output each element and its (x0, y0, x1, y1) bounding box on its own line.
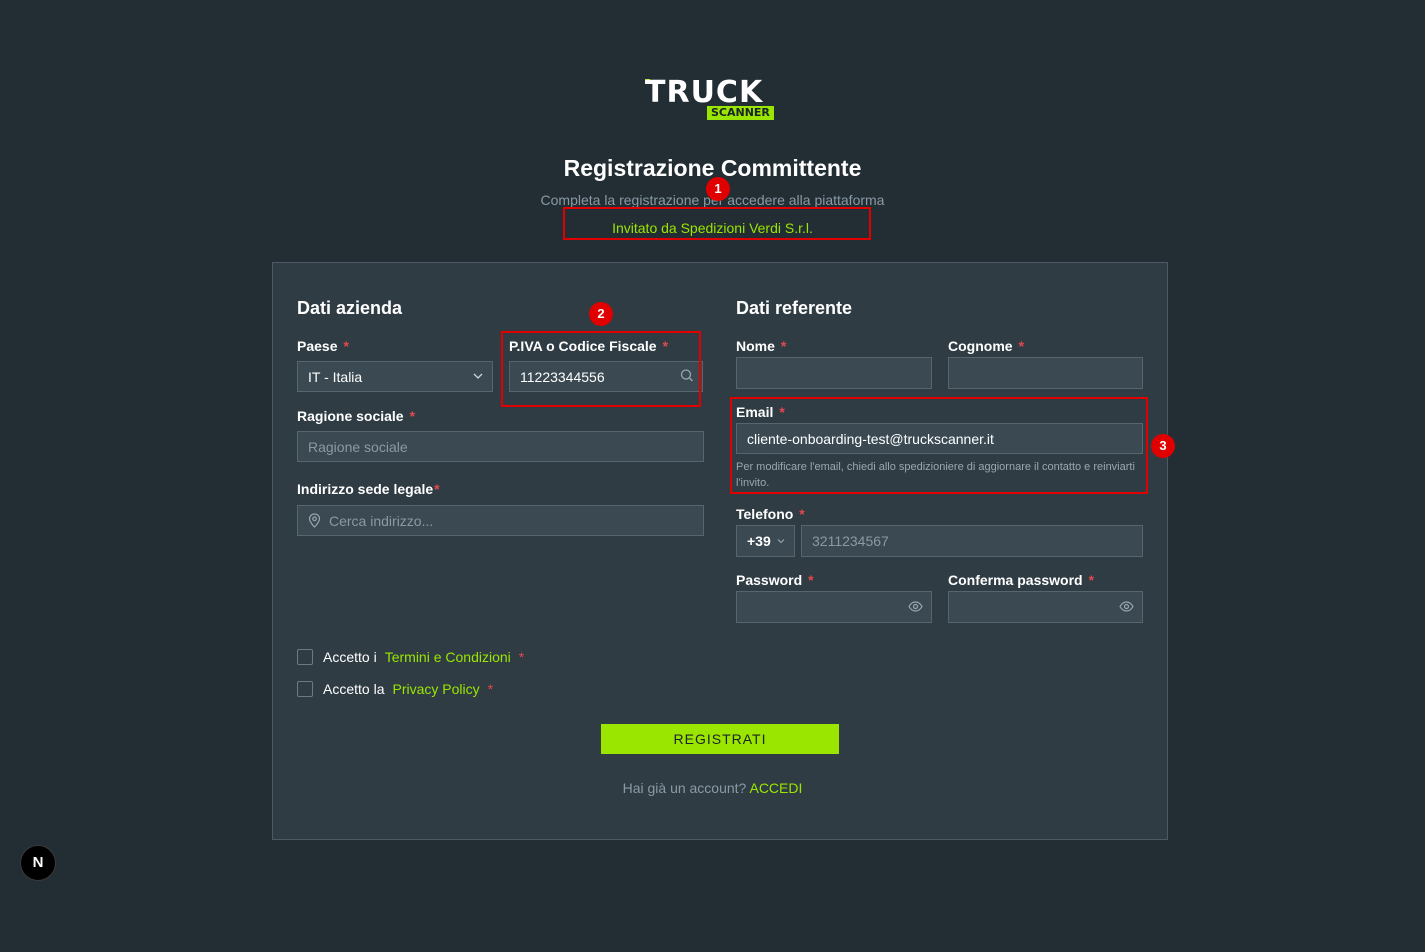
phone-placeholder: 3211234567 (812, 533, 889, 549)
eye-icon[interactable] (1119, 599, 1134, 615)
terms-required: * (518, 649, 525, 665)
address-search-input[interactable]: Cerca indirizzo... (297, 505, 704, 536)
privacy-required: * (487, 681, 494, 697)
annotation-badge-3: 3 (1151, 434, 1175, 458)
terms-row: Accetto i Termini e Condizioni * (297, 649, 524, 665)
register-button[interactable]: REGISTRATI (601, 724, 839, 754)
login-prompt-text: Hai già un account? (622, 780, 747, 796)
contact-section-title: Dati referente (736, 298, 853, 318)
annotation-box-1 (563, 207, 871, 240)
annotation-box-3 (730, 397, 1148, 494)
annotation-badge-1: 1 (706, 177, 730, 201)
logo-word-scanner: SCANNER (707, 106, 774, 120)
first-name-label: Nome * (736, 338, 787, 354)
chevron-down-icon (472, 369, 484, 385)
address-placeholder: Cerca indirizzo... (329, 512, 434, 529)
annotation-box-2 (501, 331, 701, 407)
business-name-placeholder: Ragione sociale (308, 438, 408, 455)
business-name-label: Ragione sociale * (297, 408, 416, 424)
annotation-badge-2: 2 (589, 302, 613, 326)
nextjs-dev-badge[interactable]: N (20, 845, 56, 881)
privacy-checkbox[interactable] (297, 681, 313, 697)
phone-input[interactable]: 3211234567 (801, 525, 1143, 557)
map-pin-icon (308, 513, 321, 528)
first-name-input[interactable] (736, 357, 932, 389)
company-section-title: Dati azienda (297, 298, 403, 318)
logo-word-truck: TRUCK (645, 75, 764, 110)
phone-prefix-value: +39 (747, 533, 771, 549)
country-label: Paese * (297, 338, 349, 354)
truckscanner-logo: TRUCK SCANNER (645, 78, 797, 124)
terms-prefix: Accetto i (323, 649, 377, 665)
business-name-input[interactable]: Ragione sociale (297, 431, 704, 462)
address-label: Indirizzo sede legale* (297, 481, 440, 497)
chevron-down-icon (777, 537, 785, 545)
last-name-label: Cognome * (948, 338, 1025, 354)
login-prompt: Hai già un account? ACCEDI (0, 780, 1425, 796)
confirm-password-label: Conferma password * (948, 572, 1095, 588)
phone-label: Telefono * (736, 506, 805, 522)
phone-prefix-select[interactable]: +39 (736, 525, 795, 557)
privacy-prefix: Accetto la (323, 681, 385, 697)
login-link[interactable]: ACCEDI (749, 780, 802, 796)
terms-link[interactable]: Termini e Condizioni (385, 649, 511, 665)
terms-checkbox[interactable] (297, 649, 313, 665)
password-label: Password * (736, 572, 814, 588)
privacy-row: Accetto la Privacy Policy * (297, 681, 493, 697)
last-name-input[interactable] (948, 357, 1143, 389)
country-select[interactable]: IT - Italia (297, 361, 493, 392)
eye-icon[interactable] (908, 599, 923, 615)
confirm-password-input[interactable] (948, 591, 1143, 623)
privacy-link[interactable]: Privacy Policy (392, 681, 479, 697)
country-value: IT - Italia (308, 368, 363, 385)
password-input[interactable] (736, 591, 932, 623)
